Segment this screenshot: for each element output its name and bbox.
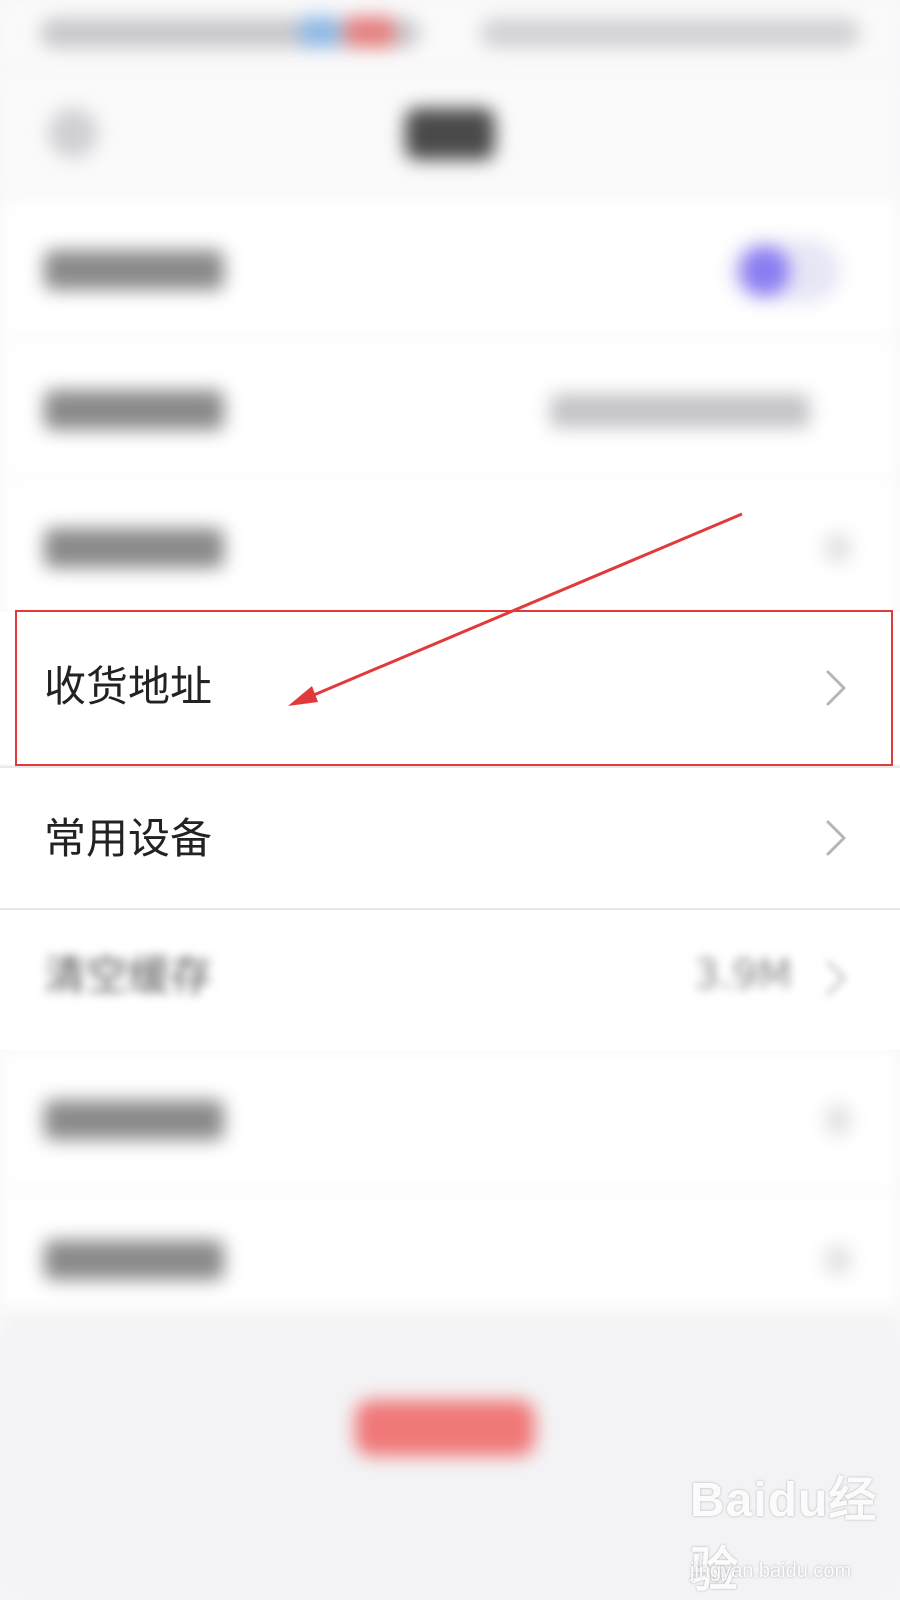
page-title xyxy=(405,108,495,160)
settings-row[interactable] xyxy=(0,1190,900,1330)
logout-button[interactable] xyxy=(355,1400,535,1456)
row-label xyxy=(44,528,224,568)
status-bar-right xyxy=(480,18,860,48)
row-label xyxy=(44,390,224,430)
back-button[interactable] xyxy=(48,108,98,158)
cache-size-value: 3.9M xyxy=(693,952,792,998)
status-bar xyxy=(0,0,900,70)
chevron-right-icon xyxy=(826,670,846,706)
chevron-right-icon xyxy=(826,820,846,856)
watermark-url: jingyan.baidu.com xyxy=(690,1560,852,1582)
row-label xyxy=(44,250,224,290)
row-label xyxy=(44,1100,224,1140)
shipping-address-label: 收货地址 xyxy=(44,662,213,711)
settings-item-clear-cache[interactable]: 清空缓存 3.9M xyxy=(0,910,900,1050)
settings-row-toggle[interactable] xyxy=(0,200,900,340)
settings-item-common-devices[interactable]: 常用设备 xyxy=(0,768,900,908)
chevron-right-icon xyxy=(826,1106,850,1134)
settings-item-shipping-address[interactable]: 收货地址 xyxy=(0,612,900,764)
status-bar-icon xyxy=(300,16,340,48)
watermark: Baidu经验 jingyan.baidu.com xyxy=(690,1460,890,1597)
clear-cache-label: 清空缓存 xyxy=(44,951,213,1000)
toggle-switch[interactable] xyxy=(730,240,840,302)
settings-row[interactable] xyxy=(0,1050,900,1190)
toggle-knob xyxy=(740,246,790,296)
row-value xyxy=(550,394,810,428)
settings-row-value[interactable] xyxy=(0,340,900,480)
row-label xyxy=(44,1240,224,1280)
nav-bar xyxy=(0,70,900,200)
settings-row[interactable] xyxy=(0,478,900,618)
status-bar-icon xyxy=(345,16,395,48)
chevron-right-icon xyxy=(826,960,846,996)
chevron-right-icon xyxy=(826,534,850,562)
chevron-right-icon xyxy=(826,1246,850,1274)
common-devices-label: 常用设备 xyxy=(44,814,213,863)
